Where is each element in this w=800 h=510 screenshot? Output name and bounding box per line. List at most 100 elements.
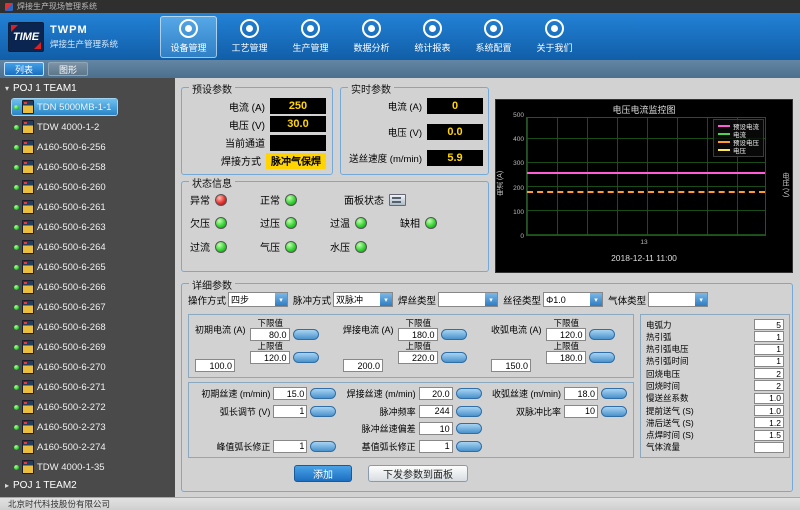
- param-input[interactable]: 1: [273, 440, 307, 453]
- device-node[interactable]: A160-500-6-265: [0, 257, 175, 277]
- chevron-down-icon[interactable]: ▾: [485, 293, 497, 306]
- device-node[interactable]: A160-500-6-258: [0, 157, 175, 177]
- device-node[interactable]: A160-500-2-272: [0, 397, 175, 417]
- slider-handle[interactable]: [441, 352, 467, 363]
- side-param-input[interactable]: 1.2: [754, 417, 784, 428]
- device-node[interactable]: A160-500-6-256: [0, 137, 175, 157]
- dropdown-select[interactable]: 四步 ▾: [228, 292, 288, 307]
- slider-handle[interactable]: [601, 388, 627, 399]
- device-node-inner: A160-500-2-272: [12, 399, 112, 415]
- dropdown-select[interactable]: Φ1.0 ▾: [543, 292, 603, 307]
- upper-limit-input[interactable]: 120.0: [250, 351, 290, 364]
- device-label: A160-500-6-267: [37, 302, 106, 313]
- current-value-input[interactable]: 200.0: [343, 359, 383, 372]
- current-value-input[interactable]: 100.0: [195, 359, 235, 372]
- window-title: 焊接生产现场管理系统: [17, 1, 97, 12]
- nav-item[interactable]: 工艺管理: [221, 16, 278, 58]
- side-param-input[interactable]: 1: [754, 344, 784, 355]
- device-node[interactable]: A160-500-6-266: [0, 277, 175, 297]
- chevron-down-icon[interactable]: ▾: [275, 293, 287, 306]
- current-value-input[interactable]: 150.0: [491, 359, 531, 372]
- side-param-input[interactable]: 2: [754, 368, 784, 379]
- device-node[interactable]: A160-500-6-271: [0, 377, 175, 397]
- slider-handle[interactable]: [601, 406, 627, 417]
- upper-limit-input[interactable]: 220.0: [398, 351, 438, 364]
- legend-label: 电压: [733, 145, 746, 155]
- team-node-2[interactable]: ▸ POJ 1 TEAM2: [0, 477, 175, 494]
- device-node[interactable]: TDW 4000-1-35: [0, 457, 175, 477]
- device-node[interactable]: TDN 5000MB-1-1: [0, 97, 175, 117]
- side-param-input[interactable]: [754, 442, 784, 453]
- device-node[interactable]: A160-500-2-273: [0, 417, 175, 437]
- device-node[interactable]: A160-500-6-264: [0, 237, 175, 257]
- chart-title: 电压电流监控图: [496, 103, 792, 116]
- graph-view-button[interactable]: 图形: [48, 62, 88, 76]
- slider-handle[interactable]: [310, 388, 336, 399]
- nav-item[interactable]: 生产管理: [282, 16, 339, 58]
- device-node[interactable]: A160-500-6-263: [0, 217, 175, 237]
- list-view-button[interactable]: 列表: [4, 62, 44, 76]
- status-led-icon: [285, 241, 297, 253]
- slider-handle[interactable]: [589, 352, 615, 363]
- status-indicator-label: 气压: [260, 239, 280, 254]
- device-node[interactable]: A160-500-6-270: [0, 357, 175, 377]
- slider-handle[interactable]: [441, 329, 467, 340]
- side-param-input[interactable]: 1.0: [754, 393, 784, 404]
- param-input[interactable]: 10: [564, 405, 598, 418]
- device-node[interactable]: A160-500-6-260: [0, 177, 175, 197]
- device-label: A160-500-6-260: [37, 182, 106, 193]
- param-input[interactable]: 1: [419, 440, 453, 453]
- slider-handle[interactable]: [310, 441, 336, 452]
- lower-limit-input[interactable]: 180.0: [398, 328, 438, 341]
- slider-handle[interactable]: [589, 329, 615, 340]
- lower-limit-input[interactable]: 80.0: [250, 328, 290, 341]
- param-input[interactable]: 15.0: [273, 387, 307, 400]
- side-param-input[interactable]: 1.5: [754, 430, 784, 441]
- team-node-1[interactable]: ▾ POJ 1 TEAM1: [0, 80, 175, 97]
- add-button[interactable]: 添加: [294, 465, 352, 482]
- dropdown-select[interactable]: ▾: [648, 292, 708, 307]
- param-input[interactable]: 10: [419, 422, 453, 435]
- side-param-input[interactable]: 2: [754, 380, 784, 391]
- param-input[interactable]: 1: [273, 405, 307, 418]
- wire-speed-label: 送丝速度 (m/min): [349, 151, 422, 165]
- realtime-current-display: 0: [427, 98, 483, 114]
- chevron-down-icon[interactable]: ▾: [590, 293, 602, 306]
- slider-handle[interactable]: [293, 352, 319, 363]
- normal-label: 正常: [260, 192, 280, 207]
- slider-handle[interactable]: [456, 406, 482, 417]
- device-node[interactable]: A160-500-6-261: [0, 197, 175, 217]
- side-param-input[interactable]: 1: [754, 331, 784, 342]
- slider-handle[interactable]: [310, 406, 336, 417]
- dropdown-select[interactable]: 双脉冲 ▾: [333, 292, 393, 307]
- company-name: 北京时代科技股份有限公司: [8, 498, 110, 510]
- nav-item[interactable]: 设备管理: [160, 16, 217, 58]
- dropdown-select[interactable]: ▾: [438, 292, 498, 307]
- device-node[interactable]: A160-500-6-269: [0, 337, 175, 357]
- slider-handle[interactable]: [456, 441, 482, 452]
- advanced-params-group: 电弧力 5 热引弧 1 热引弧电压 1 热引弧时间 1 回烧电压: [640, 314, 790, 458]
- side-param-input[interactable]: 5: [754, 319, 784, 330]
- slider-handle[interactable]: [293, 329, 319, 340]
- param-input[interactable]: 18.0: [564, 387, 598, 400]
- device-node[interactable]: A160-500-2-274: [0, 437, 175, 457]
- slider-handle[interactable]: [456, 388, 482, 399]
- nav-item[interactable]: 系统配置: [465, 16, 522, 58]
- param-input[interactable]: 244: [419, 405, 453, 418]
- send-to-panel-button[interactable]: 下发参数到面板: [368, 465, 468, 482]
- lower-limit-input[interactable]: 120.0: [546, 328, 586, 341]
- device-node[interactable]: A160-500-6-268: [0, 317, 175, 337]
- nav-item[interactable]: 统计报表: [404, 16, 461, 58]
- nav-item[interactable]: 数据分析: [343, 16, 400, 58]
- nav-item[interactable]: 关于我们: [526, 16, 583, 58]
- chevron-down-icon[interactable]: ▾: [695, 293, 707, 306]
- titlebar: 焊接生产现场管理系统: [0, 0, 800, 13]
- device-node[interactable]: A160-500-6-267: [0, 297, 175, 317]
- chevron-down-icon[interactable]: ▾: [380, 293, 392, 306]
- side-param-input[interactable]: 1: [754, 356, 784, 367]
- upper-limit-input[interactable]: 180.0: [546, 351, 586, 364]
- device-node[interactable]: TDW 4000-1-2: [0, 117, 175, 137]
- side-param-input[interactable]: 1.0: [754, 405, 784, 416]
- param-input[interactable]: 20.0: [419, 387, 453, 400]
- slider-handle[interactable]: [456, 423, 482, 434]
